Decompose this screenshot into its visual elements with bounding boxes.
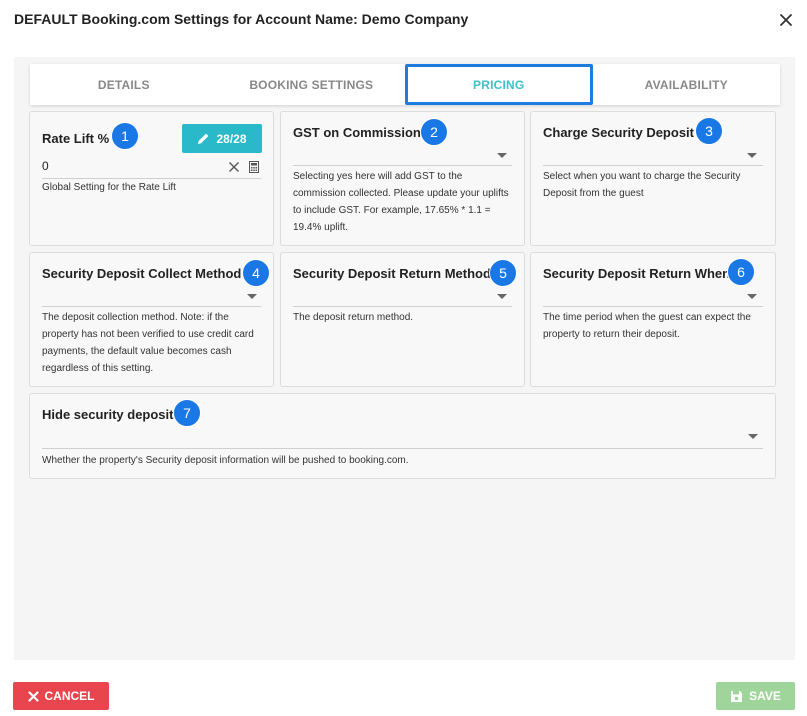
charge-deposit-title: Charge Security Deposit	[543, 125, 694, 140]
step-badge-7: 7	[173, 399, 201, 427]
collect-method-select-underline	[42, 306, 261, 307]
close-button[interactable]	[776, 10, 796, 30]
charge-deposit-select-underline	[543, 165, 763, 166]
clear-icon[interactable]	[228, 161, 240, 173]
tab-pricing[interactable]: PRICING	[405, 64, 593, 105]
gst-select-underline	[293, 165, 512, 166]
rate-lift-card: Rate Lift % 1 28/28 0 Global Setting for…	[29, 111, 274, 246]
charge-deposit-card: Charge Security Deposit 3 Select when yo…	[530, 111, 776, 246]
step-badge-5: 5	[489, 259, 517, 287]
return-method-help: The deposit return method.	[293, 312, 414, 323]
chevron-down-icon[interactable]	[496, 152, 508, 160]
return-when-select-underline	[543, 306, 763, 307]
rate-lift-input[interactable]: 0	[42, 159, 49, 173]
pencil-icon	[198, 133, 209, 144]
save-label: SAVE	[749, 689, 781, 703]
cancel-label: CANCEL	[44, 689, 95, 703]
return-when-help: The time period when the guest can expec…	[543, 312, 751, 340]
chevron-down-icon[interactable]	[746, 152, 758, 160]
return-method-card: Security Deposit Return Method 5 The dep…	[280, 252, 525, 387]
step-badge-3: 3	[695, 117, 723, 145]
chevron-down-icon[interactable]	[747, 433, 759, 441]
return-when-card: Security Deposit Return When 6 The time …	[530, 252, 776, 387]
cancel-button[interactable]: CANCEL	[13, 682, 109, 710]
step-badge-4: 4	[242, 259, 270, 287]
tab-bar: DETAILS BOOKING SETTINGS PRICING AVAILAB…	[30, 64, 780, 105]
cancel-x-icon	[27, 690, 39, 702]
gst-card: GST on Commission 2 Selecting yes here w…	[280, 111, 525, 246]
count-label: 28/28	[216, 131, 247, 146]
return-when-title: Security Deposit Return When	[543, 266, 731, 281]
settings-dialog: DEFAULT Booking.com Settings for Account…	[0, 0, 807, 716]
edit-count-button[interactable]: 28/28	[182, 124, 262, 153]
collect-method-help: The deposit collection method. Note: if …	[42, 312, 254, 374]
hide-deposit-help: Whether the property's Security deposit …	[42, 455, 409, 466]
dialog-title: DEFAULT Booking.com Settings for Account…	[14, 11, 469, 27]
chevron-down-icon[interactable]	[746, 293, 758, 301]
step-badge-1: 1	[111, 122, 139, 150]
rate-lift-help: Global Setting for the Rate Lift	[42, 182, 176, 193]
tab-availability[interactable]: AVAILABILITY	[593, 64, 781, 105]
collect-method-title: Security Deposit Collect Method	[42, 266, 242, 281]
title-bar: DEFAULT Booking.com Settings for Account…	[0, 0, 807, 40]
chevron-down-icon[interactable]	[246, 293, 258, 301]
return-method-title: Security Deposit Return Method	[293, 266, 491, 281]
return-method-select-underline	[293, 306, 512, 307]
hide-deposit-card: Hide security deposit 7 Whether the prop…	[29, 393, 776, 479]
save-button[interactable]: SAVE	[716, 682, 795, 710]
hide-deposit-select-underline	[42, 448, 763, 449]
step-badge-6: 6	[727, 258, 755, 286]
content-area: DETAILS BOOKING SETTINGS PRICING AVAILAB…	[14, 57, 795, 660]
tab-details[interactable]: DETAILS	[30, 64, 218, 105]
rate-lift-title: Rate Lift %	[42, 131, 110, 146]
chevron-down-icon[interactable]	[496, 293, 508, 301]
hide-deposit-title: Hide security deposit	[42, 407, 174, 422]
tab-booking-settings[interactable]: BOOKING SETTINGS	[218, 64, 406, 105]
calculator-icon[interactable]	[248, 161, 260, 173]
charge-deposit-help: Select when you want to charge the Secur…	[543, 171, 741, 199]
gst-help: Selecting yes here will add GST to the c…	[293, 171, 509, 233]
step-badge-2: 2	[420, 118, 448, 146]
collect-method-card: Security Deposit Collect Method 4 The de…	[29, 252, 274, 387]
close-icon	[780, 14, 792, 26]
gst-title: GST on Commission	[293, 125, 421, 140]
save-disk-icon	[731, 690, 743, 702]
